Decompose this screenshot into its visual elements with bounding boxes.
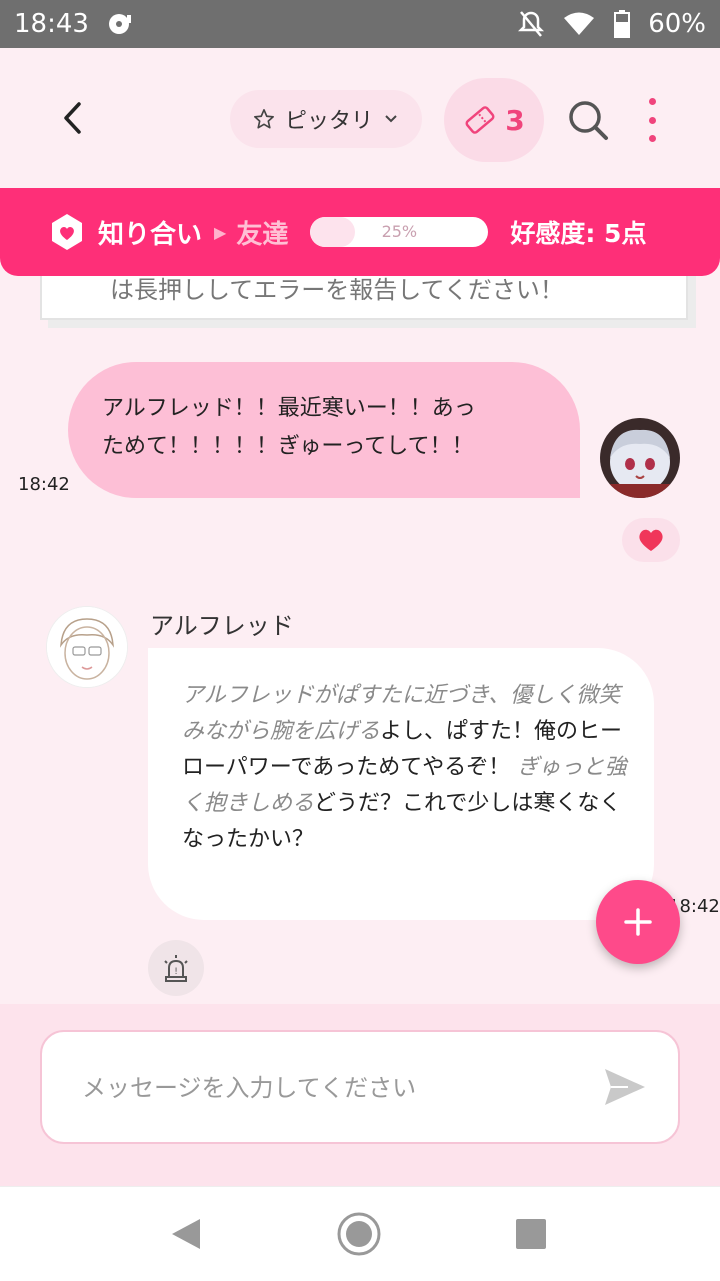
back-button[interactable] bbox=[52, 96, 92, 140]
triangle-right-icon: ▶ bbox=[214, 222, 227, 242]
nav-back-button[interactable] bbox=[170, 1217, 202, 1255]
dot-icon bbox=[648, 135, 656, 142]
bot-name: アルフレッド bbox=[150, 612, 294, 640]
chevron-down-icon bbox=[385, 115, 397, 123]
user-message-bubble[interactable]: アルフレッド！！最近寒いー！！あっ ためて！！！！！ぎゅーってして！！ bbox=[68, 362, 580, 498]
affinity-score: 好感度: 5点 bbox=[510, 219, 647, 248]
message-input-area bbox=[0, 1004, 720, 1186]
bot-avatar[interactable] bbox=[46, 606, 128, 688]
ticket-count: 3 bbox=[505, 103, 525, 137]
avatar-image bbox=[47, 607, 127, 687]
user-message-line: アルフレッド！！最近寒いー！！あっ bbox=[102, 396, 476, 421]
heart-hexagon-icon bbox=[52, 214, 82, 250]
bot-message-bubble[interactable]: アルフレッドがぱすたに近づき、優しく微笑みながら腕を広げるよし、ぱすた！俺のヒー… bbox=[148, 648, 654, 920]
avatar-image bbox=[600, 418, 680, 498]
battery-level: 60% bbox=[648, 9, 706, 39]
relationship-bar: 知り合い ▶ 友達 25% 好感度: 5点 bbox=[0, 188, 720, 276]
progress-label: 25% bbox=[381, 222, 418, 241]
heart-icon bbox=[639, 529, 663, 551]
mode-label: ピッタリ bbox=[284, 109, 373, 134]
ticket-icon bbox=[465, 106, 495, 134]
send-button[interactable] bbox=[602, 1066, 648, 1108]
home-circle-icon bbox=[337, 1212, 381, 1256]
app-header: ピッタリ 3 bbox=[0, 48, 720, 188]
user-message-line: ためて！！！！！ぎゅーってして！！ bbox=[102, 434, 474, 459]
nav-home-button[interactable] bbox=[336, 1211, 382, 1261]
ticket-button[interactable]: 3 bbox=[444, 78, 544, 162]
battery-icon bbox=[614, 10, 631, 38]
user-message-time: 18:42 bbox=[18, 474, 70, 495]
media-icon bbox=[107, 11, 135, 37]
relationship-progress: 25% bbox=[310, 217, 489, 247]
mute-notifications-icon bbox=[518, 10, 545, 38]
system-message-card: は長押ししてエラーを報告してください！ bbox=[40, 276, 688, 320]
search-button[interactable] bbox=[566, 98, 610, 142]
nav-recents-button[interactable] bbox=[516, 1219, 546, 1249]
report-button[interactable]: ! bbox=[148, 940, 204, 996]
relationship-current: 知り合い bbox=[98, 219, 203, 250]
more-menu-button[interactable] bbox=[640, 98, 664, 142]
alarm-icon: ! bbox=[164, 955, 188, 982]
send-icon bbox=[605, 1069, 645, 1105]
status-time: 18:43 bbox=[14, 9, 89, 39]
system-nav-bar bbox=[0, 1186, 720, 1281]
dot-icon bbox=[648, 98, 656, 105]
dot-icon bbox=[648, 116, 656, 124]
message-input-box bbox=[40, 1030, 680, 1144]
status-bar: 18:43 60% bbox=[0, 0, 720, 48]
relationship-next: 友達 bbox=[236, 219, 289, 250]
wifi-icon bbox=[562, 11, 596, 37]
triangle-left-icon bbox=[172, 1219, 200, 1249]
like-button[interactable] bbox=[622, 518, 680, 562]
user-avatar[interactable] bbox=[600, 418, 680, 498]
search-icon bbox=[569, 101, 608, 140]
chevron-left-icon bbox=[64, 102, 81, 134]
message-input[interactable] bbox=[80, 1062, 564, 1114]
add-button[interactable] bbox=[596, 880, 680, 964]
system-message-text: は長押ししてエラーを報告してください！ bbox=[110, 276, 564, 304]
mode-selector[interactable]: ピッタリ bbox=[230, 90, 422, 148]
star-icon bbox=[253, 109, 274, 129]
svg-text:!: ! bbox=[174, 967, 178, 977]
plus-icon bbox=[624, 908, 652, 936]
